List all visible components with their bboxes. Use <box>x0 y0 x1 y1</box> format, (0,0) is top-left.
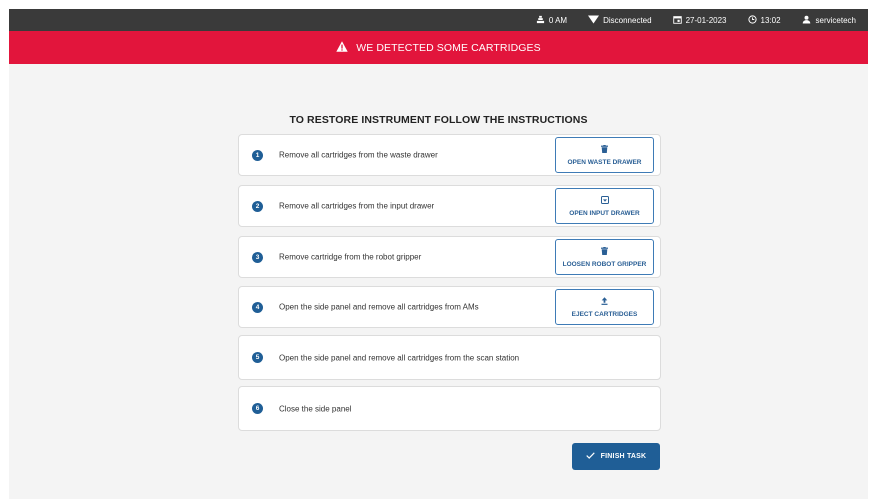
calendar-icon <box>672 15 686 26</box>
action-label: OPEN INPUT DRAWER <box>569 209 640 217</box>
time-text: 13:02 <box>760 15 781 25</box>
step-number: 6 <box>252 403 263 414</box>
step-card-5: 5 Open the side panel and remove all car… <box>238 335 661 380</box>
step-card-2: 2 Remove all cartridges from the input d… <box>238 185 661 227</box>
step-number: 3 <box>252 251 263 263</box>
step-card-6: 6 Close the side panel <box>238 386 661 431</box>
status-connection: Disconnected <box>588 15 652 26</box>
upload-icon <box>601 296 608 311</box>
status-date: 27-01-2023 <box>672 15 727 26</box>
user-name: servicetech <box>815 15 856 25</box>
stack-icon <box>536 15 549 26</box>
status-bar: 0 AM Disconnected 27-01-2023 13:02 servi… <box>9 9 868 31</box>
user-icon <box>802 15 816 26</box>
step-text: Close the side panel <box>279 404 352 413</box>
status-time: 13:02 <box>747 14 781 26</box>
step-text: Remove all cartridges from the waste dra… <box>279 150 438 160</box>
step-number: 2 <box>252 200 263 212</box>
loosen-robot-gripper-button[interactable]: LOOSEN ROBOT GRIPPER <box>555 239 654 275</box>
alert-banner: WE DETECTED SOME CARTRIDGES <box>9 31 868 64</box>
clock-icon <box>747 14 761 26</box>
date-text: 27-01-2023 <box>685 15 727 25</box>
open-input-drawer-button[interactable]: OPEN INPUT DRAWER <box>555 188 654 224</box>
finish-label: FINISH TASK <box>600 453 647 460</box>
tray-icon <box>600 195 609 210</box>
step-text: Open the side panel and remove all cartr… <box>279 302 479 312</box>
app-screen: 0 AM Disconnected 27-01-2023 13:02 servi… <box>9 9 868 499</box>
page-title: TO RESTORE INSTRUMENT FOLLOW THE INSTRUC… <box>289 114 588 126</box>
counter-text: 0 AM <box>548 15 568 25</box>
step-card-3: 3 Remove cartridge from the robot grippe… <box>238 236 661 278</box>
network-icon <box>588 15 603 26</box>
check-icon <box>585 452 601 461</box>
action-label: EJECT CARTRIDGES <box>571 310 638 318</box>
alert-message: WE DETECTED SOME CARTRIDGES <box>356 41 541 54</box>
trash-icon <box>601 246 608 261</box>
connection-text: Disconnected <box>603 15 652 25</box>
step-card-1: 1 Remove all cartridges from the waste d… <box>238 134 661 176</box>
status-user[interactable]: servicetech <box>802 15 856 26</box>
finish-task-button[interactable]: FINISH TASK <box>572 443 660 470</box>
step-number: 4 <box>252 301 263 313</box>
step-number: 5 <box>252 352 263 363</box>
step-text: Remove all cartridges from the input dra… <box>279 201 435 211</box>
action-label: OPEN WASTE DRAWER <box>567 158 642 166</box>
status-counter: 0 AM <box>536 15 567 26</box>
eject-cartridges-button[interactable]: EJECT CARTRIDGES <box>555 289 654 325</box>
action-label: LOOSEN ROBOT GRIPPER <box>562 260 647 268</box>
step-text: Open the side panel and remove all cartr… <box>279 353 520 362</box>
step-text: Remove cartridge from the robot gripper <box>279 252 422 262</box>
step-card-4: 4 Open the side panel and remove all car… <box>238 286 661 328</box>
warning-icon <box>336 40 356 55</box>
open-waste-drawer-button[interactable]: OPEN WASTE DRAWER <box>555 137 654 173</box>
step-number: 1 <box>252 149 263 161</box>
trash-icon <box>601 144 608 159</box>
